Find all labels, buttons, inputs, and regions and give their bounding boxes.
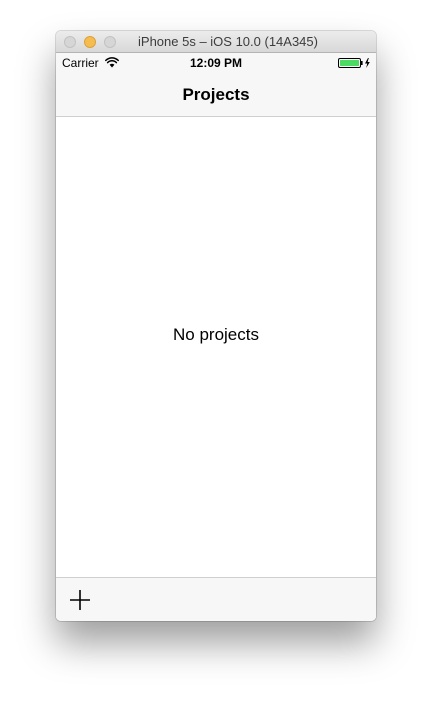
window-title: iPhone 5s – iOS 10.0 (14A345): [138, 34, 318, 49]
page-title: Projects: [182, 85, 250, 104]
bottom-toolbar: [56, 577, 376, 621]
projects-list[interactable]: No projects: [56, 117, 376, 577]
empty-state-label: No projects: [173, 325, 259, 344]
battery-charging-icon: [338, 58, 370, 68]
desktop-background: iPhone 5s – iOS 10.0 (14A345) Carrier 12…: [0, 0, 432, 702]
status-time: 12:09 PM: [189, 56, 243, 70]
status-bar: Carrier 12:09 PM: [56, 53, 376, 73]
simulator-window: iPhone 5s – iOS 10.0 (14A345) Carrier 12…: [56, 31, 376, 621]
window-titlebar[interactable]: iPhone 5s – iOS 10.0 (14A345): [56, 31, 376, 53]
navigation-bar: Projects: [56, 73, 376, 117]
device-screen: Carrier 12:09 PM Projects No projects: [56, 53, 376, 621]
add-project-button[interactable]: [66, 586, 94, 614]
plus-icon: [70, 590, 90, 610]
